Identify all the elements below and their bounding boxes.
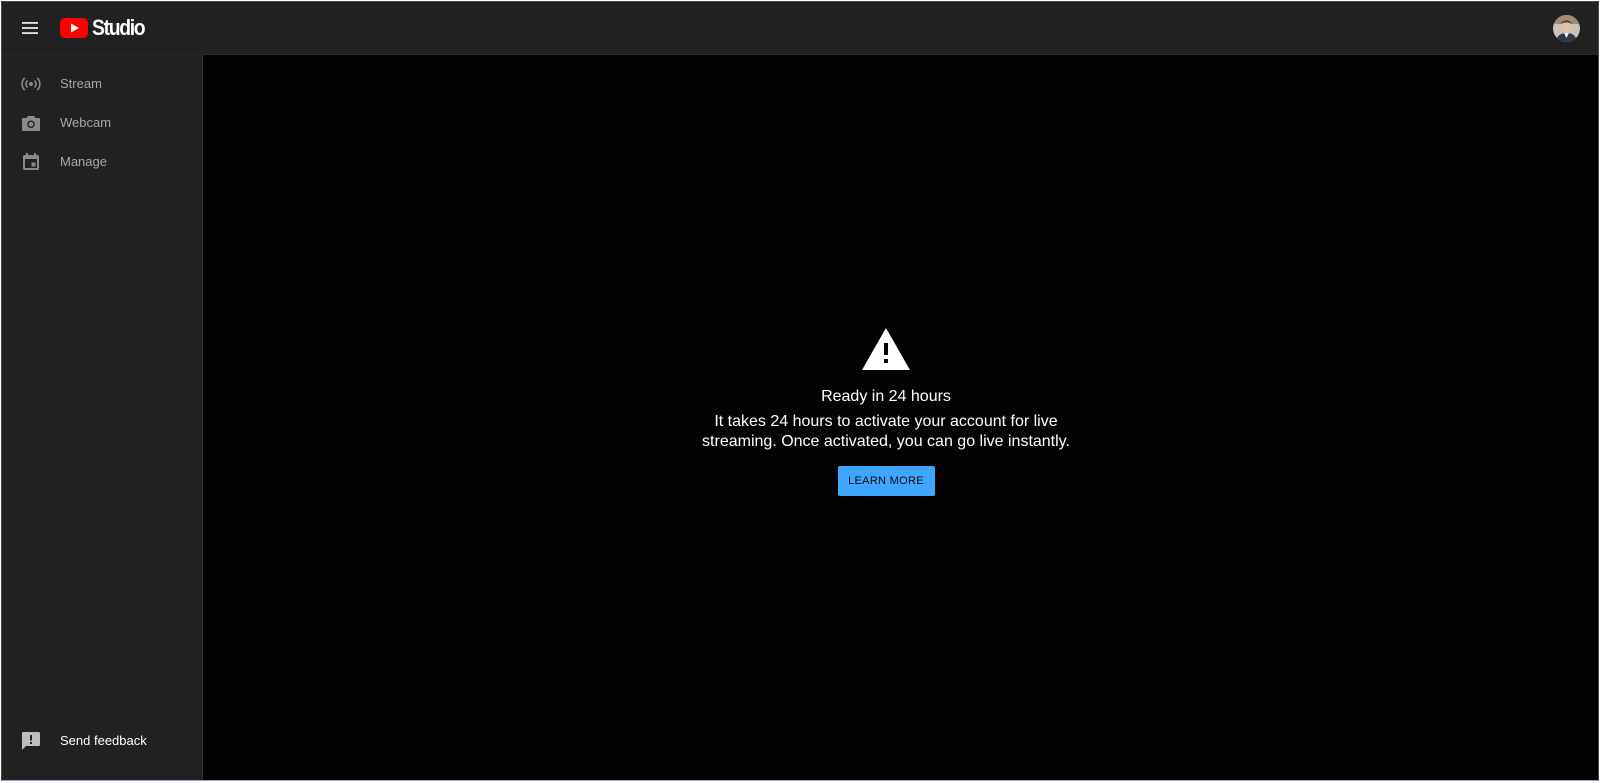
camera-icon (20, 112, 42, 134)
sidebar-item-webcam[interactable]: Webcam (2, 103, 202, 142)
sidebar-item-label: Stream (60, 76, 102, 91)
hamburger-menu-button[interactable] (16, 14, 44, 42)
sidebar: Stream Webcam Manage Send feedback (2, 55, 203, 780)
app-window: Studio Stream Webcam Manage Send feedbac… (1, 1, 1599, 781)
studio-logo[interactable]: Studio (60, 16, 151, 40)
logo-text: Studio (92, 15, 146, 40)
avatar-icon (1553, 15, 1580, 42)
sidebar-item-label: Webcam (60, 115, 112, 130)
sidebar-item-stream[interactable]: Stream (2, 64, 202, 103)
sidebar-item-label: Send feedback (60, 733, 147, 748)
hamburger-menu-icon (22, 22, 38, 34)
broadcast-icon (20, 73, 42, 95)
feedback-icon (20, 730, 42, 752)
sidebar-item-manage[interactable]: Manage (2, 142, 202, 181)
youtube-play-icon (60, 18, 88, 38)
sidebar-item-send-feedback[interactable]: Send feedback (2, 721, 202, 760)
top-app-bar: Studio (2, 2, 1598, 55)
sidebar-item-label: Manage (60, 154, 107, 169)
main-content: Ready in 24 hours It takes 24 hours to a… (203, 55, 1598, 780)
calendar-icon (20, 151, 42, 173)
activation-notice: Ready in 24 hours It takes 24 hours to a… (203, 327, 1569, 496)
warning-icon (862, 328, 910, 370)
learn-more-button[interactable]: LEARN MORE (837, 466, 935, 496)
notice-title: Ready in 24 hours (821, 388, 951, 405)
notice-body: It takes 24 hours to activate your accou… (702, 413, 1070, 450)
account-avatar[interactable] (1553, 15, 1580, 42)
